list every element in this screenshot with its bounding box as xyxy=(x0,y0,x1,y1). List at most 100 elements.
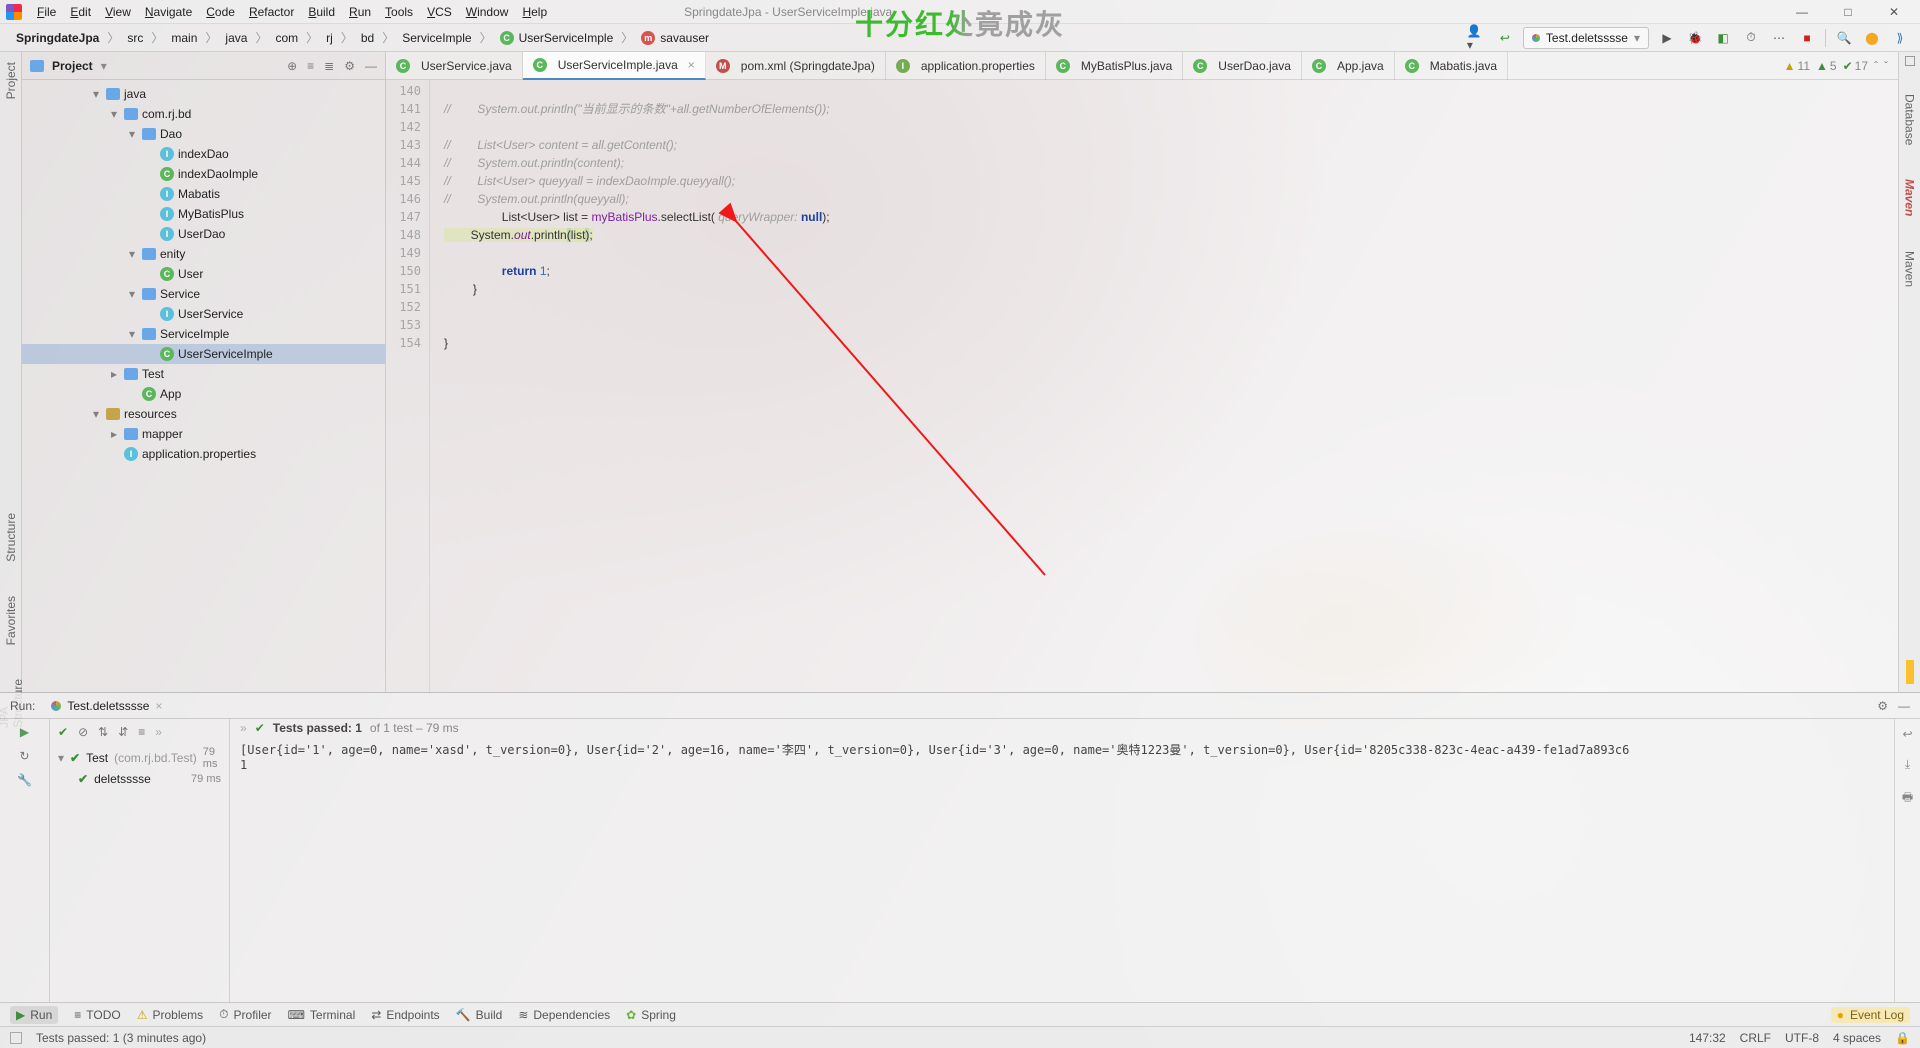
collapse-all-icon[interactable]: ≣ xyxy=(324,59,334,73)
readonly-lock-icon[interactable]: 🔒 xyxy=(1895,1031,1910,1045)
editor-tab[interactable]: CMyBatisPlus.java xyxy=(1046,52,1183,80)
console-output[interactable]: [User{id='1', age=0, name='xasd', t_vers… xyxy=(230,737,1894,1002)
menu-code[interactable]: Code xyxy=(199,3,242,21)
breadcrumb-seg[interactable]: java xyxy=(219,29,253,47)
menu-build[interactable]: Build xyxy=(301,3,342,21)
attach-button[interactable]: ⋯ xyxy=(1769,28,1789,48)
back-icon[interactable]: ↩ xyxy=(1495,28,1515,48)
menu-tools[interactable]: Tools xyxy=(378,3,420,21)
profile-button[interactable]: ⏱ xyxy=(1741,28,1761,48)
tree-node[interactable]: CindexDaoImple xyxy=(22,164,385,184)
bottom-tab-build[interactable]: 🔨Build xyxy=(456,1008,503,1022)
bottom-tab-dependencies[interactable]: ≋Dependencies xyxy=(518,1008,610,1022)
hide-icon[interactable]: — xyxy=(365,59,377,73)
tree-node[interactable]: ▾Dao xyxy=(22,124,385,144)
tree-node[interactable]: IUserService xyxy=(22,304,385,324)
editor-tab[interactable]: CUserServiceImple.java× xyxy=(523,52,706,80)
run-tab[interactable]: Test.deletsssse × xyxy=(43,697,170,715)
breadcrumb-seg[interactable]: CUserServiceImple xyxy=(494,29,620,47)
left-tab-project[interactable]: Project xyxy=(2,56,20,105)
rerun-icon[interactable]: ▶ xyxy=(20,725,29,739)
bottom-tab-profiler[interactable]: ⏱Profiler xyxy=(219,1007,271,1022)
tree-node[interactable]: CUserServiceImple xyxy=(22,344,385,364)
tree-node[interactable]: ▾Service xyxy=(22,284,385,304)
sort-icon[interactable]: ⇅ xyxy=(98,725,108,739)
editor[interactable]: 140 141 142 143 144 145 146 147 148 149 … xyxy=(386,80,1898,692)
menu-window[interactable]: Window xyxy=(459,3,516,21)
editor-tab[interactable]: CUserService.java xyxy=(386,52,523,80)
tree-node[interactable]: IUserDao xyxy=(22,224,385,244)
breadcrumb-seg[interactable]: com xyxy=(269,29,304,47)
caret-position[interactable]: 147:32 xyxy=(1689,1031,1726,1045)
left-tab-structure[interactable]: Structure xyxy=(2,507,20,568)
rerun-failed-icon[interactable]: ↻ xyxy=(19,749,29,763)
menu-navigate[interactable]: Navigate xyxy=(138,3,199,21)
editor-tab[interactable]: CApp.java xyxy=(1302,52,1395,80)
editor-tab[interactable]: CMabatis.java xyxy=(1395,52,1508,80)
breadcrumb-seg[interactable]: SpringdateJpa xyxy=(10,29,105,47)
ide-update-icon[interactable]: ⬤ xyxy=(1862,28,1882,48)
close-button[interactable]: ✕ xyxy=(1880,5,1908,19)
tree-node[interactable]: ▾java xyxy=(22,84,385,104)
print-icon[interactable]: 🖶 xyxy=(1902,788,1913,809)
breadcrumb-seg[interactable]: src xyxy=(121,29,149,47)
search-icon[interactable]: 🔍 xyxy=(1834,28,1854,48)
select-opened-icon[interactable]: ⊕ xyxy=(287,59,297,73)
breadcrumb-seg[interactable]: bd xyxy=(355,29,380,47)
left-tab-favorites[interactable]: Favorites xyxy=(2,590,20,651)
tree-node[interactable]: CUser xyxy=(22,264,385,284)
test-row-item[interactable]: ✔ deletsssse 79 ms xyxy=(50,771,229,787)
debug-button[interactable]: 🐞 xyxy=(1685,28,1705,48)
line-separator[interactable]: CRLF xyxy=(1740,1031,1771,1045)
right-tab-maven[interactable]: Maven xyxy=(1901,173,1919,222)
run-hide-icon[interactable]: — xyxy=(1898,699,1910,713)
file-encoding[interactable]: UTF-8 xyxy=(1785,1031,1819,1045)
tree-node[interactable]: ▾resources xyxy=(22,404,385,424)
minimize-button[interactable]: — xyxy=(1788,5,1816,19)
show-ignored-icon[interactable]: ⊘ xyxy=(78,725,88,739)
bottom-tab-run[interactable]: ▶Run xyxy=(10,1006,58,1024)
status-indicator-icon[interactable] xyxy=(10,1032,22,1044)
inspection-box-icon[interactable] xyxy=(1905,56,1915,66)
stop-button[interactable]: ■ xyxy=(1797,28,1817,48)
expand-all-icon[interactable]: ≡ xyxy=(307,59,314,73)
tree-node[interactable]: IindexDao xyxy=(22,144,385,164)
menu-vcs[interactable]: VCS xyxy=(420,3,459,21)
expand-icon[interactable]: ≡ xyxy=(138,725,145,739)
plugin-icon[interactable]: ⟫ xyxy=(1890,28,1910,48)
coverage-button[interactable]: ◧ xyxy=(1713,28,1733,48)
show-passed-icon[interactable]: ✔ xyxy=(58,725,68,739)
user-icon[interactable]: 👤▾ xyxy=(1467,28,1487,48)
soft-wrap-icon[interactable]: ↩ xyxy=(1902,727,1912,741)
maximize-button[interactable]: □ xyxy=(1834,5,1862,19)
tree-node[interactable]: IMabatis xyxy=(22,184,385,204)
editor-tab[interactable]: Iapplication.properties xyxy=(886,52,1046,80)
run-button[interactable]: ▶ xyxy=(1657,28,1677,48)
bottom-tab-problems[interactable]: ⚠Problems xyxy=(137,1008,203,1022)
tree-node[interactable]: IMyBatisPlus xyxy=(22,204,385,224)
settings-icon[interactable]: ⚙ xyxy=(344,59,355,73)
tree-node[interactable]: ▸Test xyxy=(22,364,385,384)
menu-help[interactable]: Help xyxy=(515,3,554,21)
scroll-end-icon[interactable]: ⤓ xyxy=(1905,757,1910,772)
bottom-tab-spring[interactable]: ✿Spring xyxy=(626,1008,676,1022)
bottom-tab-todo[interactable]: ≡TODO xyxy=(74,1008,120,1022)
run-config-selector[interactable]: Test.deletsssse ▾ xyxy=(1523,27,1649,49)
tree-node[interactable]: ▸mapper xyxy=(22,424,385,444)
tree-node[interactable]: CApp xyxy=(22,384,385,404)
bottom-tab-endpoints[interactable]: ⇄Endpoints xyxy=(371,1008,439,1022)
editor-tab[interactable]: Mpom.xml (SpringdateJpa) xyxy=(706,52,886,80)
bottom-tab-terminal[interactable]: ⌨Terminal xyxy=(288,1008,356,1022)
editor-tab[interactable]: CUserDao.java xyxy=(1183,52,1302,80)
breadcrumb-seg[interactable]: msavauser xyxy=(635,29,715,47)
tree-node[interactable]: Iapplication.properties xyxy=(22,444,385,464)
test-row-root[interactable]: ▾✔ Test (com.rj.bd.Test) 79 ms xyxy=(50,745,229,771)
code-area[interactable]: // System.out.println("当前显示的条数"+all.getN… xyxy=(430,80,1898,692)
tree-node[interactable]: ▾enity xyxy=(22,244,385,264)
menu-refactor[interactable]: Refactor xyxy=(242,3,301,21)
menu-file[interactable]: File xyxy=(30,3,63,21)
run-settings-icon[interactable]: ⚙ xyxy=(1877,699,1888,713)
tree-node[interactable]: ▾com.rj.bd xyxy=(22,104,385,124)
menu-view[interactable]: View xyxy=(98,3,138,21)
indent-config[interactable]: 4 spaces xyxy=(1833,1031,1881,1045)
